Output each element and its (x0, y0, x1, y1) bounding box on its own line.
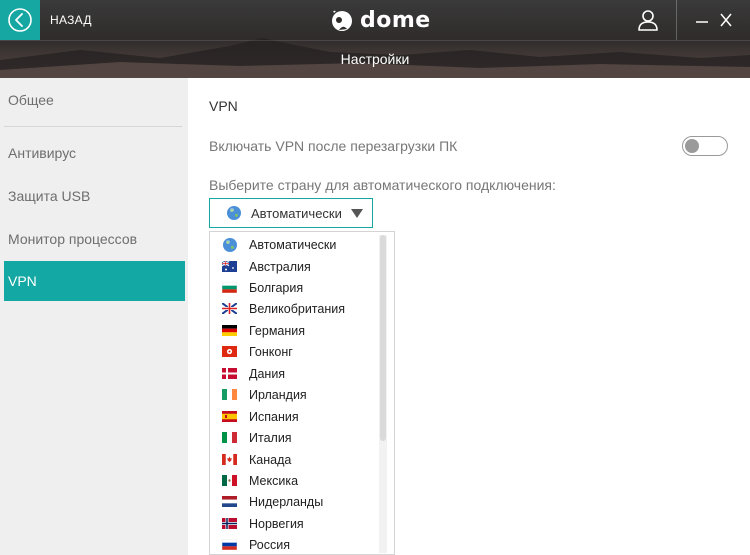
globe-icon (223, 237, 237, 252)
country-option-russia[interactable]: Россия (210, 534, 380, 554)
flag-denmark-icon (222, 368, 237, 379)
country-option-label: Испания (249, 409, 299, 424)
close-icon (720, 13, 732, 27)
toggle-knob (685, 139, 699, 153)
country-option-label: Дания (249, 366, 286, 381)
country-option-label: Автоматически (249, 237, 337, 252)
back-arrow-icon (8, 8, 32, 32)
app-logo: dome (330, 7, 431, 33)
logo-text: dome (360, 7, 431, 33)
restart-vpn-label: Включать VPN после перезагрузки ПК (209, 138, 458, 154)
country-option-label: Мексика (249, 473, 299, 488)
dropdown-scroll-thumb[interactable] (380, 235, 386, 441)
sidebar-separator (4, 126, 182, 127)
country-option-netherlands[interactable]: Нидерланды (210, 491, 380, 512)
sidebar-item-usb-protection[interactable]: Защита USB (4, 176, 185, 216)
country-dropdown-list[interactable]: Автоматически Австралия Болгария Великоб… (209, 231, 395, 555)
header-divider (676, 0, 677, 40)
country-option-bulgaria[interactable]: Болгария (210, 277, 380, 298)
flag-norway-icon (222, 518, 237, 529)
country-select[interactable]: Автоматически (209, 198, 373, 228)
country-option-label: Нидерланды (249, 494, 324, 509)
country-option-ireland[interactable]: Ирландия (210, 384, 380, 405)
sidebar-item-general[interactable]: Общее (4, 80, 185, 120)
close-button[interactable] (718, 10, 734, 30)
flag-germany-icon (222, 325, 237, 336)
dropdown-caret-icon (351, 209, 363, 218)
country-option-uk[interactable]: Великобритания (210, 298, 380, 319)
country-option-label: Канада (249, 452, 292, 467)
country-option-label: Италия (249, 430, 292, 445)
sidebar-item-process-monitor[interactable]: Монитор процессов (4, 219, 185, 259)
restart-vpn-toggle[interactable] (682, 136, 728, 156)
flag-hong-kong-icon (222, 346, 237, 357)
settings-sidebar: Общее Антивирус Защита USB Монитор проце… (0, 78, 188, 555)
flag-netherlands-icon (222, 496, 237, 507)
country-option-label: Германия (249, 323, 306, 338)
sidebar-item-antivirus[interactable]: Антивирус (4, 133, 185, 173)
flag-russia-icon (222, 539, 237, 550)
country-option-auto[interactable]: Автоматически (210, 234, 380, 255)
country-option-label: Ирландия (249, 387, 307, 402)
country-option-germany[interactable]: Германия (210, 320, 380, 341)
back-label[interactable]: НАЗАД (50, 13, 92, 27)
page-title: Настройки (340, 51, 410, 67)
country-option-denmark[interactable]: Дания (210, 363, 380, 384)
sidebar-item-vpn[interactable]: VPN (4, 261, 185, 301)
flag-spain-icon (222, 411, 237, 422)
country-option-spain[interactable]: Испания (210, 406, 380, 427)
country-option-label: Болгария (249, 280, 304, 295)
flag-italy-icon (222, 432, 237, 443)
dropdown-scrollbar[interactable] (379, 235, 387, 553)
flag-canada-icon (222, 454, 237, 465)
user-icon (638, 10, 658, 31)
country-option-label: Норвегия (249, 516, 304, 531)
country-option-mexico[interactable]: Мексика (210, 470, 380, 491)
globe-icon (227, 206, 241, 220)
country-option-australia[interactable]: Австралия (210, 256, 380, 277)
minimize-button[interactable] (694, 10, 710, 30)
user-account-button[interactable] (636, 8, 660, 32)
flag-uk-icon (222, 303, 237, 314)
flag-mexico-icon (222, 475, 237, 486)
country-option-label: Австралия (249, 259, 311, 274)
back-button[interactable] (0, 0, 40, 40)
country-option-label: Великобритания (249, 301, 345, 316)
flag-ireland-icon (222, 389, 237, 400)
flag-australia-icon (222, 261, 237, 272)
country-option-italy[interactable]: Италия (210, 427, 380, 448)
country-option-label: Гонконг (249, 344, 293, 359)
country-option-label: Россия (249, 537, 290, 552)
country-select-value: Автоматически (251, 205, 342, 221)
panda-logo-icon (332, 10, 352, 31)
vpn-settings-panel: VPN Включать VPN после перезагрузки ПК В… (188, 78, 750, 555)
flag-bulgaria-icon (222, 282, 237, 293)
country-option-canada[interactable]: Канада (210, 449, 380, 470)
country-option-norway[interactable]: Норвегия (210, 513, 380, 534)
app-header: НАЗАД dome Настройки (0, 0, 750, 78)
section-title: VPN (209, 98, 238, 114)
country-option-hong-kong[interactable]: Гонконг (210, 341, 380, 362)
minimize-icon (696, 21, 708, 23)
country-select-label: Выберите страну для автоматического подк… (209, 177, 556, 193)
